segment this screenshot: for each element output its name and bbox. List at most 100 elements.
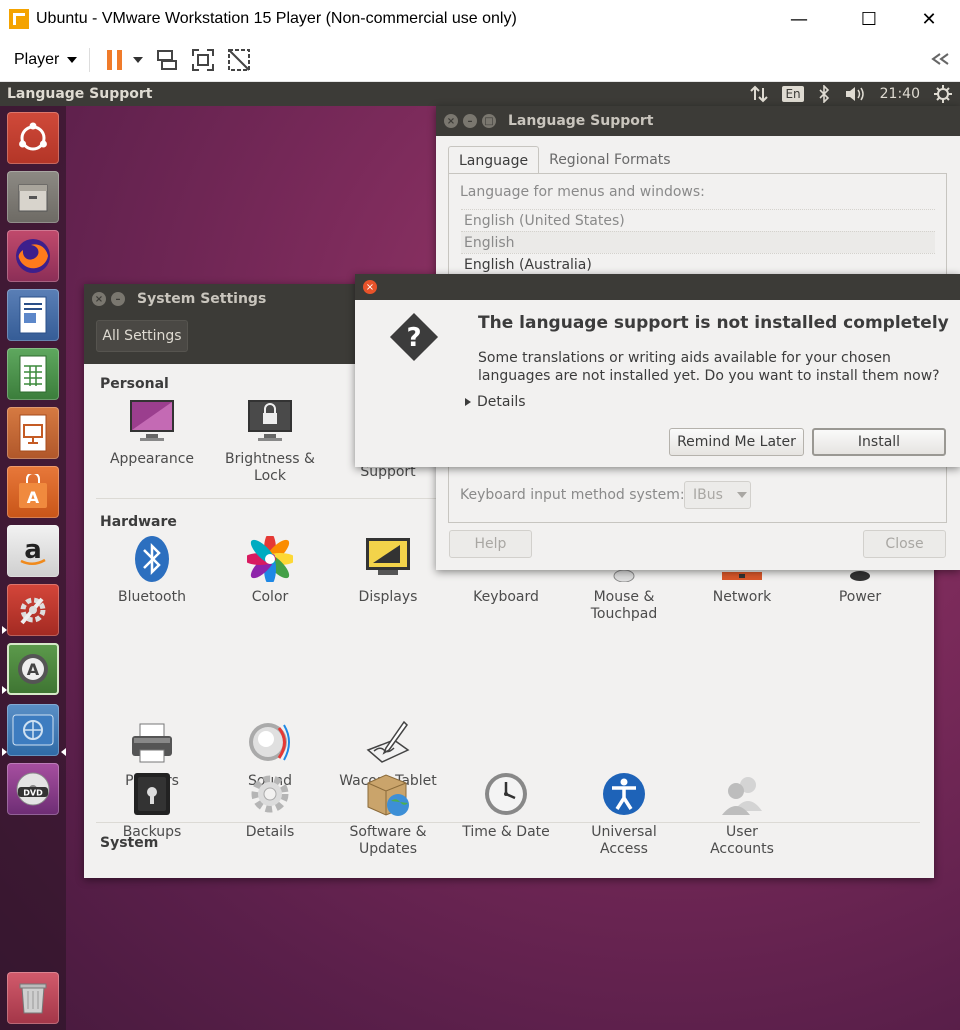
ubuntu-top-panel: Language Support En 21:40 <box>0 82 960 106</box>
settings-item-label: Universal Access <box>591 824 657 857</box>
indicator-area: En 21:40 <box>750 82 952 106</box>
svg-text:DVD: DVD <box>23 789 43 798</box>
launcher-trash[interactable] <box>7 972 59 1024</box>
launcher-software[interactable]: A <box>7 466 59 518</box>
minimize-button[interactable]: — <box>776 0 822 38</box>
section-hardware: Hardware <box>100 514 177 530</box>
launcher-dvd[interactable]: DVD <box>7 763 59 815</box>
language-list-item[interactable]: English (Australia) <box>461 253 935 275</box>
settings-item-brightness-lock[interactable]: Brightness & Lock <box>211 397 329 485</box>
settings-item-universal-access[interactable]: Universal Access <box>565 770 683 858</box>
accessibility-icon <box>600 770 648 818</box>
gear-icon <box>246 770 294 818</box>
maximize-button[interactable]: ☐ <box>846 0 892 38</box>
network-icon[interactable] <box>750 85 769 103</box>
appearance-icon <box>128 397 176 445</box>
settings-item-displays[interactable]: Displays <box>329 535 447 606</box>
collapse-toolbar-icon[interactable] <box>930 50 950 72</box>
pause-button[interactable] <box>102 47 128 73</box>
svg-text:?: ? <box>406 323 421 353</box>
pause-dropdown[interactable] <box>132 47 144 73</box>
send-ctrl-alt-del-button[interactable] <box>154 47 180 73</box>
settings-item-label: Mouse & Touchpad <box>590 589 658 622</box>
close-button[interactable]: Close <box>863 530 946 558</box>
unity-button[interactable] <box>226 47 252 73</box>
vmware-toolbar: Player <box>0 38 960 82</box>
display-icon <box>364 535 412 583</box>
chevron-down-icon <box>133 56 144 63</box>
details-label: Details <box>477 394 526 410</box>
close-window-button[interactable]: × <box>444 114 458 128</box>
settings-item-details[interactable]: Details <box>211 770 329 841</box>
keyboard-layout-indicator[interactable]: En <box>782 86 804 102</box>
settings-item-label: Bluetooth <box>118 589 186 605</box>
maximize-window-button[interactable]: □ <box>482 114 496 128</box>
settings-item-software-updates[interactable]: Software & Updates <box>329 770 447 858</box>
chevron-down-icon <box>736 492 747 498</box>
launcher-firefox[interactable] <box>7 230 59 282</box>
remind-me-later-button[interactable]: Remind Me Later <box>669 428 804 456</box>
lock-screen-icon <box>246 397 294 445</box>
dvd-icon: DVD <box>16 772 50 806</box>
ubuntu-desktop: Language Support En 21:40 A a A DVD × – … <box>0 82 960 1030</box>
speaker-icon <box>246 719 294 767</box>
tab-bar: Language Regional Formats <box>448 146 681 174</box>
svg-text:a: a <box>24 535 42 565</box>
settings-item-appearance[interactable]: Appearance <box>93 397 211 468</box>
amazon-icon: a <box>20 535 46 565</box>
input-method-select[interactable]: IBus <box>684 481 751 509</box>
focused-indicator <box>61 748 66 756</box>
launcher-software-updater[interactable]: A <box>7 643 59 695</box>
settings-item-time-date[interactable]: Time & Date <box>447 770 565 841</box>
window-title: Language Support <box>508 113 654 129</box>
install-button[interactable]: Install <box>812 428 946 456</box>
chevron-down-icon <box>67 56 78 63</box>
tab-regional-formats[interactable]: Regional Formats <box>539 146 680 174</box>
tab-language[interactable]: Language <box>448 146 540 174</box>
close-button[interactable]: ✕ <box>906 0 952 38</box>
launcher-system-settings[interactable] <box>7 584 59 636</box>
all-settings-button[interactable]: All Settings <box>96 320 188 352</box>
language-list-item[interactable]: English (United States) <box>461 209 935 231</box>
launcher-writer[interactable] <box>7 289 59 341</box>
launcher-calc[interactable] <box>7 348 59 400</box>
launcher-language-support[interactable] <box>7 704 59 756</box>
color-icon <box>246 535 294 583</box>
clock[interactable]: 21:40 <box>880 86 920 102</box>
settings-item-user-accounts[interactable]: User Accounts <box>683 770 801 858</box>
pause-icon <box>107 49 123 70</box>
full-screen-button[interactable] <box>190 47 216 73</box>
system-items-row: Backups Details Software & Updates Time … <box>84 770 934 876</box>
software-updater-icon: A <box>18 654 48 684</box>
input-method-label: Keyboard input method system: <box>460 487 685 503</box>
gear-icon[interactable] <box>934 85 952 103</box>
language-list-item[interactable]: English <box>461 231 935 253</box>
player-menu[interactable]: Player <box>14 51 78 69</box>
close-dialog-button[interactable]: × <box>363 280 377 294</box>
bluetooth-icon[interactable] <box>818 85 830 103</box>
trash-icon <box>19 983 47 1014</box>
settings-item-label: Displays <box>358 589 418 605</box>
help-button[interactable]: Help <box>449 530 532 558</box>
unity-launcher: A a A DVD <box>0 106 66 1030</box>
settings-item-label: Appearance <box>109 451 195 467</box>
launcher-dash[interactable] <box>7 112 59 164</box>
window-title: Ubuntu - VMware Workstation 15 Player (N… <box>36 10 517 27</box>
ubuntu-dash-icon <box>19 122 47 151</box>
settings-item-backups[interactable]: Backups <box>93 770 211 841</box>
settings-item-color[interactable]: Color <box>211 535 329 606</box>
settings-item-bluetooth[interactable]: Bluetooth <box>93 535 211 606</box>
launcher-impress[interactable] <box>7 407 59 459</box>
launcher-amazon[interactable]: a <box>7 525 59 577</box>
printer-icon <box>128 719 176 767</box>
network-send-icon <box>157 49 178 70</box>
volume-icon[interactable] <box>844 85 866 103</box>
launcher-files[interactable] <box>7 171 59 223</box>
minimize-window-button[interactable]: – <box>463 114 477 128</box>
dialog-titlebar: × <box>355 274 960 300</box>
panel-app-title: Language Support <box>7 86 153 102</box>
details-expander[interactable]: Details <box>465 394 526 410</box>
software-updates-icon <box>364 770 412 818</box>
language-support-dialog: × ? The language support is not installe… <box>355 274 960 467</box>
files-icon <box>18 184 48 212</box>
